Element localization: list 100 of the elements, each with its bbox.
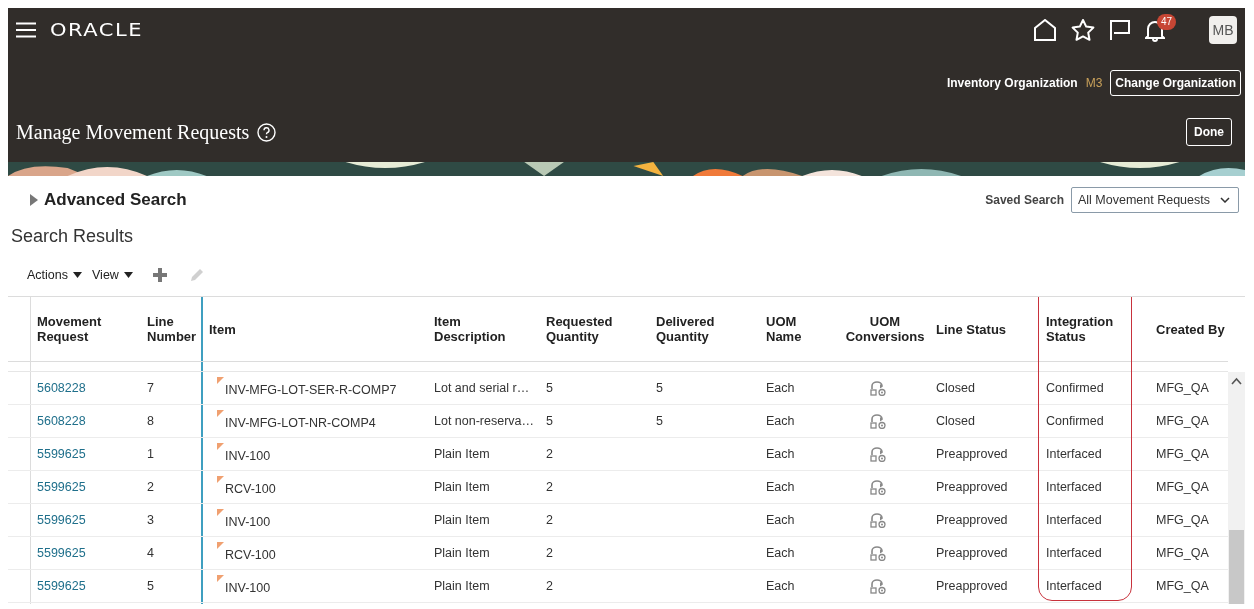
vertical-scrollbar[interactable] (1228, 372, 1245, 604)
table-cell: Plain Item (428, 570, 540, 603)
saved-search-label: Saved Search (985, 193, 1064, 207)
scroll-up-icon[interactable] (1231, 377, 1242, 385)
table-cell: 7 (141, 372, 203, 405)
table-cell: Plain Item (428, 504, 540, 537)
table-cell: Closed (930, 372, 1040, 405)
flag-icon[interactable] (1109, 19, 1131, 41)
table-cell: 5 (650, 405, 760, 438)
movement-request-link[interactable]: 5599625 (37, 579, 86, 593)
movement-request-link[interactable]: 5599625 (37, 480, 86, 494)
table-cell: RCV-100 (203, 537, 428, 570)
table-cell: INV-100 (203, 504, 428, 537)
column-header[interactable]: Requested Quantity (540, 297, 650, 362)
movement-request-link[interactable]: 5599625 (37, 447, 86, 461)
expand-caret-icon[interactable] (30, 194, 38, 206)
notification-badge: 47 (1157, 14, 1177, 30)
column-header[interactable]: Integration Status (1040, 297, 1150, 362)
table-cell: 1 (141, 438, 203, 471)
table-cell: Preapproved (930, 471, 1040, 504)
table-cell: Each (760, 372, 840, 405)
table-cell: Interfaced (1040, 570, 1150, 603)
table-cell: RCV-100 (203, 471, 428, 504)
table-cell: Plain Item (428, 537, 540, 570)
uom-conversions-icon[interactable] (870, 479, 887, 495)
table-cell: Preapproved (930, 438, 1040, 471)
table-cell: Preapproved (930, 504, 1040, 537)
brand-logo[interactable]: ORACLE (50, 20, 143, 40)
saved-search-dropdown[interactable]: All Movement Requests (1071, 187, 1239, 213)
add-icon[interactable] (152, 267, 167, 282)
table-cell: 2 (540, 570, 650, 603)
column-header[interactable]: Created By (1150, 297, 1228, 362)
movement-request-link[interactable]: 5599625 (37, 546, 86, 560)
table-cell: Interfaced (1040, 471, 1150, 504)
uom-conversions-icon[interactable] (870, 413, 887, 429)
table-cell: 8 (141, 405, 203, 438)
page-title: Manage Movement Requests (16, 120, 250, 144)
table-cell: 2 (141, 471, 203, 504)
toolbar-menu-button[interactable]: Actions (27, 267, 88, 282)
home-icon[interactable] (1033, 19, 1057, 41)
organization-label: Inventory Organization (946, 76, 1078, 90)
table-cell: 4 (141, 537, 203, 570)
movement-request-link[interactable]: 5608228 (37, 414, 86, 428)
column-header[interactable]: Line Number (141, 297, 203, 362)
user-avatar[interactable]: MB (1209, 16, 1237, 44)
section-title: Search Results (11, 225, 135, 248)
table-cell: Confirmed (1040, 405, 1150, 438)
table-cell: Lot non-reserva… (428, 405, 540, 438)
column-header[interactable]: Item Description (428, 297, 540, 362)
column-header[interactable]: Delivered Quantity (650, 297, 760, 362)
table-cell: Each (760, 405, 840, 438)
table-cell: Preapproved (930, 570, 1040, 603)
organization-value: M3 (1085, 76, 1103, 90)
movement-request-link[interactable]: 5608228 (37, 381, 86, 395)
uom-conversions-icon[interactable] (870, 380, 887, 396)
table-cell: 5 (540, 372, 650, 405)
help-icon[interactable] (257, 122, 277, 142)
advanced-search-toggle[interactable]: Advanced Search (30, 190, 187, 210)
table-cell: Confirmed (1040, 372, 1150, 405)
table-cell: Interfaced (1040, 438, 1150, 471)
table-cell: Interfaced (1040, 537, 1150, 570)
table-cell: INV-100 (203, 438, 428, 471)
table-cell: Each (760, 537, 840, 570)
table-cell: Each (760, 471, 840, 504)
table-cell: Closed (930, 405, 1040, 438)
uom-conversions-icon[interactable] (870, 578, 887, 594)
column-header[interactable]: Item (203, 297, 428, 362)
table-cell: 5 (650, 372, 760, 405)
caret-down-icon[interactable] (73, 271, 82, 278)
table-cell: Lot and serial r… (428, 372, 540, 405)
table-cell: INV-MFG-LOT-SER-R-COMP7 (203, 372, 428, 405)
uom-conversions-icon[interactable] (870, 512, 887, 528)
table-cell: 2 (540, 471, 650, 504)
uom-conversions-icon[interactable] (870, 545, 887, 561)
menu-icon[interactable] (16, 22, 36, 38)
column-header[interactable]: UOM Name (760, 297, 840, 362)
table-cell: Each (760, 570, 840, 603)
column-header[interactable]: Movement Request (31, 297, 141, 362)
movement-request-link[interactable]: 5599625 (37, 513, 86, 527)
column-header[interactable]: Line Status (930, 297, 1040, 362)
table-cell: Plain Item (428, 471, 540, 504)
table-cell: Each (760, 504, 840, 537)
chevron-down-icon[interactable] (1220, 197, 1230, 203)
table-cell: INV-MFG-LOT-NR-COMP4 (203, 405, 428, 438)
caret-down-icon[interactable] (123, 271, 133, 278)
uom-conversions-icon[interactable] (870, 446, 887, 462)
table-cell: 2 (540, 504, 650, 537)
change-organization-button[interactable]: Change Organization (1110, 70, 1241, 96)
done-button[interactable]: Done (1186, 118, 1232, 146)
table-cell: Plain Item (428, 438, 540, 471)
column-header[interactable]: UOM Conversions (840, 297, 930, 362)
star-icon[interactable] (1071, 19, 1095, 41)
table-cell: Preapproved (930, 537, 1040, 570)
table-cell: 5 (540, 405, 650, 438)
table-cell: 2 (540, 537, 650, 570)
table-cell: Interfaced (1040, 504, 1150, 537)
toolbar-menu-button[interactable]: View (92, 267, 139, 282)
table-cell: 3 (141, 504, 203, 537)
table-cell: 2 (540, 438, 650, 471)
table-cell: Each (760, 438, 840, 471)
